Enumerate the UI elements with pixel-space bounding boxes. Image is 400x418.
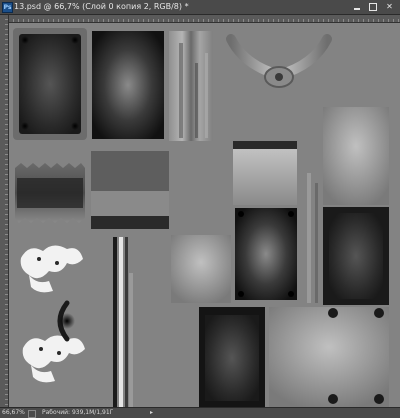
maximize-button[interactable] — [365, 1, 380, 12]
vertical-ruler[interactable] — [0, 15, 9, 407]
document-title[interactable]: 13.psd @ 66,7% (Слой 0 копия 2, RGB/8) * — [14, 1, 189, 13]
status-bar: 66,67% Рабочий: 939,1M/1,91Г ▸ — [0, 407, 400, 418]
horizontal-ruler[interactable] — [8, 15, 400, 23]
texture-sheet-image — [13, 28, 389, 407]
document-tab-bar[interactable]: Ps 13.psd @ 66,7% (Слой 0 копия 2, RGB/8… — [0, 0, 400, 15]
close-button[interactable]: ✕ — [382, 1, 397, 12]
document-canvas[interactable] — [9, 23, 400, 407]
photoshop-icon: Ps — [2, 2, 13, 13]
minimize-button[interactable] — [349, 1, 364, 12]
